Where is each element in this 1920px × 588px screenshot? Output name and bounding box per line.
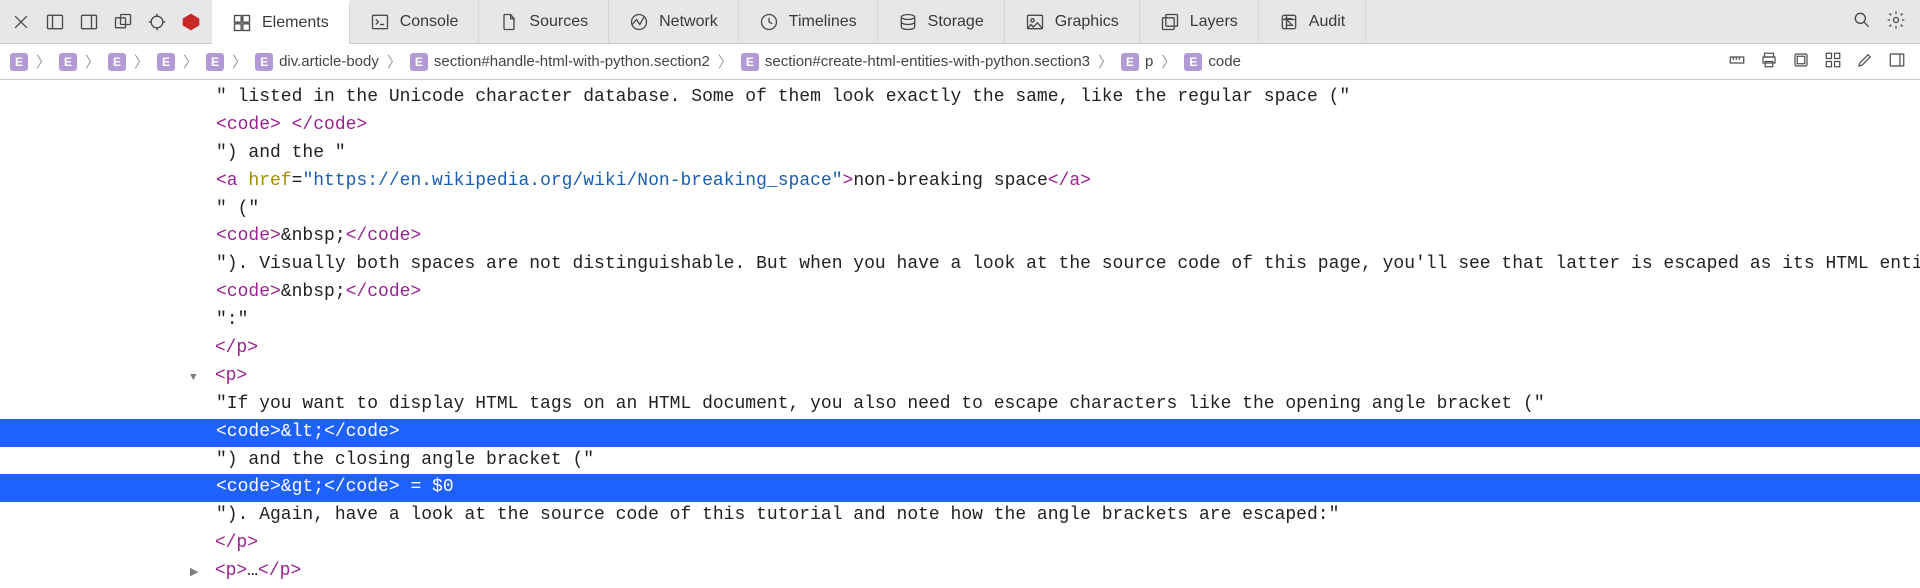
print-icon[interactable] xyxy=(1760,51,1778,73)
dom-tree-row[interactable]: </p> xyxy=(0,530,1920,558)
dom-tree-row[interactable]: "). Visually both spaces are not disting… xyxy=(0,251,1920,279)
breadcrumb-separator: 〉 xyxy=(132,51,151,72)
tab-elements[interactable]: Elements xyxy=(212,0,350,44)
breadcrumb-item[interactable]: E xyxy=(157,53,175,71)
disclosure-arrow-icon[interactable] xyxy=(190,558,204,586)
tab-label: Timelines xyxy=(789,13,857,31)
tab-label: Console xyxy=(400,13,459,31)
tab-label: Storage xyxy=(928,13,984,31)
breadcrumb-item[interactable]: E xyxy=(206,53,224,71)
breadcrumb-item[interactable]: Ediv.article-body xyxy=(255,53,379,71)
element-badge-icon: E xyxy=(10,53,28,71)
element-badge-icon: E xyxy=(410,53,428,71)
breadcrumb-item[interactable]: E xyxy=(59,53,77,71)
element-badge-icon: E xyxy=(108,53,126,71)
breadcrumb-label: div.article-body xyxy=(279,53,379,70)
search-icon[interactable] xyxy=(1852,10,1872,33)
element-badge-icon: E xyxy=(157,53,175,71)
element-badge-icon: E xyxy=(255,53,273,71)
gear-icon[interactable] xyxy=(1886,10,1906,33)
breadcrumb-label: section#create-html-entities-with-python… xyxy=(765,53,1090,70)
breadcrumb-separator: 〉 xyxy=(83,51,102,72)
dom-tree-row[interactable]: <a href="https://en.wikipedia.org/wiki/N… xyxy=(0,168,1920,196)
breadcrumb-item[interactable]: E xyxy=(10,53,28,71)
target-icon[interactable] xyxy=(146,11,168,33)
tabstrip-left-icons xyxy=(0,0,212,43)
tab-layers[interactable]: Layers xyxy=(1140,0,1259,43)
dom-tree-row[interactable]: <code>&gt;</code> = $0 xyxy=(0,474,1920,502)
tab-timelines[interactable]: Timelines xyxy=(739,0,878,43)
tab-label: Network xyxy=(659,13,718,31)
breadcrumb-item[interactable]: Ep xyxy=(1121,53,1153,71)
breadcrumb-label: code xyxy=(1208,53,1241,70)
close-icon[interactable] xyxy=(10,11,32,33)
panel-right-icon[interactable] xyxy=(78,11,100,33)
tab-audit[interactable]: Audit xyxy=(1259,0,1366,43)
device-icon[interactable] xyxy=(1792,51,1810,73)
dom-tree-row[interactable]: <code>&nbsp;</code> xyxy=(0,279,1920,307)
dom-tree[interactable]: " listed in the Unicode character databa… xyxy=(0,80,1920,588)
breadcrumb-separator: 〉 xyxy=(1096,51,1115,72)
element-badge-icon: E xyxy=(1184,53,1202,71)
tab-label: Audit xyxy=(1309,13,1345,31)
breadcrumb-label: section#handle-html-with-python.section2 xyxy=(434,53,710,70)
dom-tree-row[interactable]: </p> xyxy=(0,335,1920,363)
dom-tree-row[interactable]: "If you want to display HTML tags on an … xyxy=(0,391,1920,419)
sidebar-toggle-icon[interactable] xyxy=(1888,51,1906,73)
breadcrumb-separator: 〉 xyxy=(34,51,53,72)
ruler-icon[interactable] xyxy=(1728,51,1746,73)
breadcrumb-separator: 〉 xyxy=(1159,51,1178,72)
breadcrumb-separator: 〉 xyxy=(385,51,404,72)
breadcrumb-item[interactable]: Esection#handle-html-with-python.section… xyxy=(410,53,710,71)
tabstrip-right-icons xyxy=(1838,0,1920,43)
tab-console[interactable]: Console xyxy=(350,0,480,43)
dom-tree-row[interactable]: ") and the " xyxy=(0,140,1920,168)
tab-label: Layers xyxy=(1190,13,1238,31)
tab-label: Sources xyxy=(529,13,588,31)
breadcrumb-item[interactable]: E xyxy=(108,53,126,71)
disclosure-arrow-icon[interactable] xyxy=(190,363,204,391)
dom-tree-row[interactable]: <code>&nbsp;</code> xyxy=(0,223,1920,251)
breadcrumb-item[interactable]: Esection#create-html-entities-with-pytho… xyxy=(741,53,1090,71)
error-badge-icon[interactable] xyxy=(180,11,202,33)
element-badge-icon: E xyxy=(206,53,224,71)
breadcrumb-separator: 〉 xyxy=(230,51,249,72)
tab-storage[interactable]: Storage xyxy=(878,0,1005,43)
breadcrumb-separator: 〉 xyxy=(716,51,735,72)
panel-left-icon[interactable] xyxy=(44,11,66,33)
dom-tree-row[interactable]: ") and the closing angle bracket (" xyxy=(0,447,1920,475)
tab-label: Graphics xyxy=(1055,13,1119,31)
breadcrumb-separator: 〉 xyxy=(181,51,200,72)
element-badge-icon: E xyxy=(741,53,759,71)
breadcrumb-label: p xyxy=(1145,53,1153,70)
tab-network[interactable]: Network xyxy=(609,0,739,43)
dom-tree-row[interactable]: <code> </code> xyxy=(0,112,1920,140)
dom-tree-row[interactable]: " (" xyxy=(0,196,1920,224)
tab-graphics[interactable]: Graphics xyxy=(1005,0,1140,43)
dom-tree-row[interactable]: "). Again, have a look at the source cod… xyxy=(0,502,1920,530)
brush-icon[interactable] xyxy=(1856,51,1874,73)
breadcrumb-bar: E 〉 E 〉 E 〉 E 〉 E 〉 Ediv.article-body 〉 Esection#han… xyxy=(0,44,1920,80)
element-badge-icon: E xyxy=(59,53,77,71)
dom-tree-row[interactable]: ":" xyxy=(0,307,1920,335)
breadcrumb-tools xyxy=(1724,51,1910,73)
tabs-container: Elements Console Sources Network Timelin… xyxy=(212,0,1838,43)
dom-tree-row[interactable]: <p>…</p> xyxy=(0,558,1920,586)
element-badge-icon: E xyxy=(1121,53,1139,71)
tab-sources[interactable]: Sources xyxy=(479,0,609,43)
popout-icon[interactable] xyxy=(112,11,134,33)
dom-tree-row[interactable]: <p> xyxy=(0,363,1920,391)
grid-icon[interactable] xyxy=(1824,51,1842,73)
dom-tree-row[interactable]: " listed in the Unicode character databa… xyxy=(0,84,1920,112)
breadcrumbs: E 〉 E 〉 E 〉 E 〉 E 〉 Ediv.article-body 〉 Esection#han… xyxy=(10,51,1724,72)
devtools-tabstrip: Elements Console Sources Network Timelin… xyxy=(0,0,1920,44)
dom-tree-row[interactable]: <code>&lt;</code> xyxy=(0,419,1920,447)
breadcrumb-item[interactable]: Ecode xyxy=(1184,53,1241,71)
tab-label: Elements xyxy=(262,14,329,32)
